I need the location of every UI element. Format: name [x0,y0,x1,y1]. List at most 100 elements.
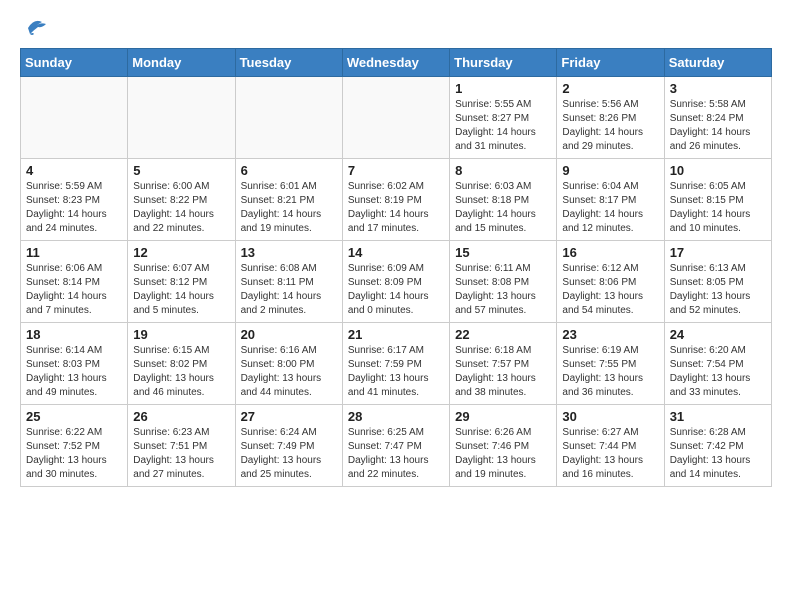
calendar-week-row: 11 Sunrise: 6:06 AMSunset: 8:14 PMDayligh… [21,241,772,323]
weekday-header-friday: Friday [557,49,664,77]
calendar-header-row: SundayMondayTuesdayWednesdayThursdayFrid… [21,49,772,77]
day-number: 27 [241,409,337,424]
day-info: Sunrise: 6:22 AMSunset: 7:52 PMDaylight:… [26,426,122,482]
day-number: 14 [348,245,444,260]
calendar-cell [21,77,128,159]
day-info: Sunrise: 6:08 AMSunset: 8:11 PMDaylight:… [241,262,337,318]
calendar-table: SundayMondayTuesdayWednesdayThursdayFrid… [20,48,772,487]
calendar-week-row: 4 Sunrise: 5:59 AMSunset: 8:23 PMDaylight… [21,159,772,241]
calendar-cell: 3 Sunrise: 5:58 AMSunset: 8:24 PMDaylight… [664,77,771,159]
calendar-cell: 17Sunrise: 6:13 AMSunset: 8:05 PMDayligh… [664,241,771,323]
calendar-cell: 31 Sunrise: 6:28 AMSunset: 7:42 PMDayligh… [664,405,771,487]
day-info: Sunrise: 6:13 AMSunset: 8:05 PMDaylight:… [670,262,766,318]
calendar-cell: 22 Sunrise: 6:18 AMSunset: 7:57 PMDayligh… [450,323,557,405]
day-number: 21 [348,327,444,342]
day-number: 6 [241,163,337,178]
calendar-cell: 24 Sunrise: 6:20 AMSunset: 7:54 PMDayligh… [664,323,771,405]
calendar-cell: 27 Sunrise: 6:24 AMSunset: 7:49 PMDayligh… [235,405,342,487]
day-number: 29 [455,409,551,424]
day-info: Sunrise: 5:55 AMSunset: 8:27 PMDaylight:… [455,98,551,154]
day-info: Sunrise: 6:28 AMSunset: 7:42 PMDaylight:… [670,426,766,482]
day-number: 10 [670,163,766,178]
calendar-cell: 19 Sunrise: 6:15 AMSunset: 8:02 PMDayligh… [128,323,235,405]
calendar-week-row: 1 Sunrise: 5:55 AMSunset: 8:27 PMDaylight… [21,77,772,159]
day-info: Sunrise: 6:27 AMSunset: 7:44 PMDaylight:… [562,426,658,482]
weekday-header-saturday: Saturday [664,49,771,77]
day-number: 24 [670,327,766,342]
calendar-cell: 26 Sunrise: 6:23 AMSunset: 7:51 PMDayligh… [128,405,235,487]
day-number: 23 [562,327,658,342]
day-info: Sunrise: 6:25 AMSunset: 7:47 PMDaylight:… [348,426,444,482]
day-info: Sunrise: 6:00 AMSunset: 8:22 PMDaylight:… [133,180,229,236]
page-header [20,16,772,40]
day-number: 31 [670,409,766,424]
day-number: 4 [26,163,122,178]
day-info: Sunrise: 5:56 AMSunset: 8:26 PMDaylight:… [562,98,658,154]
calendar-cell: 25 Sunrise: 6:22 AMSunset: 7:52 PMDayligh… [21,405,128,487]
day-info: Sunrise: 6:02 AMSunset: 8:19 PMDaylight:… [348,180,444,236]
day-number: 3 [670,81,766,96]
day-info: Sunrise: 5:59 AMSunset: 8:23 PMDaylight:… [26,180,122,236]
day-number: 8 [455,163,551,178]
day-info: Sunrise: 6:18 AMSunset: 7:57 PMDaylight:… [455,344,551,400]
calendar-cell: 4 Sunrise: 5:59 AMSunset: 8:23 PMDaylight… [21,159,128,241]
calendar-cell [128,77,235,159]
day-number: 18 [26,327,122,342]
weekday-header-tuesday: Tuesday [235,49,342,77]
day-number: 11 [26,245,122,260]
calendar-cell: 30Sunrise: 6:27 AMSunset: 7:44 PMDayligh… [557,405,664,487]
weekday-header-monday: Monday [128,49,235,77]
calendar-cell: 16 Sunrise: 6:12 AMSunset: 8:06 PMDayligh… [557,241,664,323]
day-info: Sunrise: 6:26 AMSunset: 7:46 PMDaylight:… [455,426,551,482]
day-info: Sunrise: 6:06 AMSunset: 8:14 PMDaylight:… [26,262,122,318]
day-info: Sunrise: 6:20 AMSunset: 7:54 PMDaylight:… [670,344,766,400]
calendar-cell: 18 Sunrise: 6:14 AMSunset: 8:03 PMDayligh… [21,323,128,405]
day-info: Sunrise: 5:58 AMSunset: 8:24 PMDaylight:… [670,98,766,154]
day-info: Sunrise: 6:15 AMSunset: 8:02 PMDaylight:… [133,344,229,400]
day-info: Sunrise: 6:05 AMSunset: 8:15 PMDaylight:… [670,180,766,236]
day-number: 19 [133,327,229,342]
day-number: 26 [133,409,229,424]
calendar-cell: 6 Sunrise: 6:01 AMSunset: 8:21 PMDaylight… [235,159,342,241]
calendar-cell: 9 Sunrise: 6:04 AMSunset: 8:17 PMDaylight… [557,159,664,241]
calendar-cell [235,77,342,159]
day-number: 9 [562,163,658,178]
calendar-cell: 20 Sunrise: 6:16 AMSunset: 8:00 PMDayligh… [235,323,342,405]
day-info: Sunrise: 6:17 AMSunset: 7:59 PMDaylight:… [348,344,444,400]
logo-icon [20,16,50,40]
calendar-cell: 23Sunrise: 6:19 AMSunset: 7:55 PMDayligh… [557,323,664,405]
day-info: Sunrise: 6:14 AMSunset: 8:03 PMDaylight:… [26,344,122,400]
day-info: Sunrise: 6:23 AMSunset: 7:51 PMDaylight:… [133,426,229,482]
calendar-week-row: 25 Sunrise: 6:22 AMSunset: 7:52 PMDayligh… [21,405,772,487]
day-info: Sunrise: 6:24 AMSunset: 7:49 PMDaylight:… [241,426,337,482]
day-number: 7 [348,163,444,178]
day-info: Sunrise: 6:07 AMSunset: 8:12 PMDaylight:… [133,262,229,318]
calendar-cell: 13 Sunrise: 6:08 AMSunset: 8:11 PMDayligh… [235,241,342,323]
day-number: 1 [455,81,551,96]
day-info: Sunrise: 6:04 AMSunset: 8:17 PMDaylight:… [562,180,658,236]
calendar-cell: 1 Sunrise: 5:55 AMSunset: 8:27 PMDaylight… [450,77,557,159]
calendar-cell [342,77,449,159]
day-info: Sunrise: 6:16 AMSunset: 8:00 PMDaylight:… [241,344,337,400]
day-number: 25 [26,409,122,424]
weekday-header-thursday: Thursday [450,49,557,77]
weekday-header-wednesday: Wednesday [342,49,449,77]
day-number: 22 [455,327,551,342]
calendar-cell: 10 Sunrise: 6:05 AMSunset: 8:15 PMDayligh… [664,159,771,241]
day-info: Sunrise: 6:03 AMSunset: 8:18 PMDaylight:… [455,180,551,236]
day-number: 28 [348,409,444,424]
day-number: 16 [562,245,658,260]
calendar-cell: 12Sunrise: 6:07 AMSunset: 8:12 PMDayligh… [128,241,235,323]
calendar-cell: 21 Sunrise: 6:17 AMSunset: 7:59 PMDayligh… [342,323,449,405]
day-number: 13 [241,245,337,260]
day-number: 5 [133,163,229,178]
day-number: 20 [241,327,337,342]
day-info: Sunrise: 6:01 AMSunset: 8:21 PMDaylight:… [241,180,337,236]
calendar-cell: 11 Sunrise: 6:06 AMSunset: 8:14 PMDayligh… [21,241,128,323]
calendar-cell: 2Sunrise: 5:56 AMSunset: 8:26 PMDaylight… [557,77,664,159]
day-info: Sunrise: 6:11 AMSunset: 8:08 PMDaylight:… [455,262,551,318]
calendar-cell: 7 Sunrise: 6:02 AMSunset: 8:19 PMDaylight… [342,159,449,241]
day-info: Sunrise: 6:12 AMSunset: 8:06 PMDaylight:… [562,262,658,318]
calendar-cell: 14Sunrise: 6:09 AMSunset: 8:09 PMDayligh… [342,241,449,323]
calendar-week-row: 18 Sunrise: 6:14 AMSunset: 8:03 PMDayligh… [21,323,772,405]
